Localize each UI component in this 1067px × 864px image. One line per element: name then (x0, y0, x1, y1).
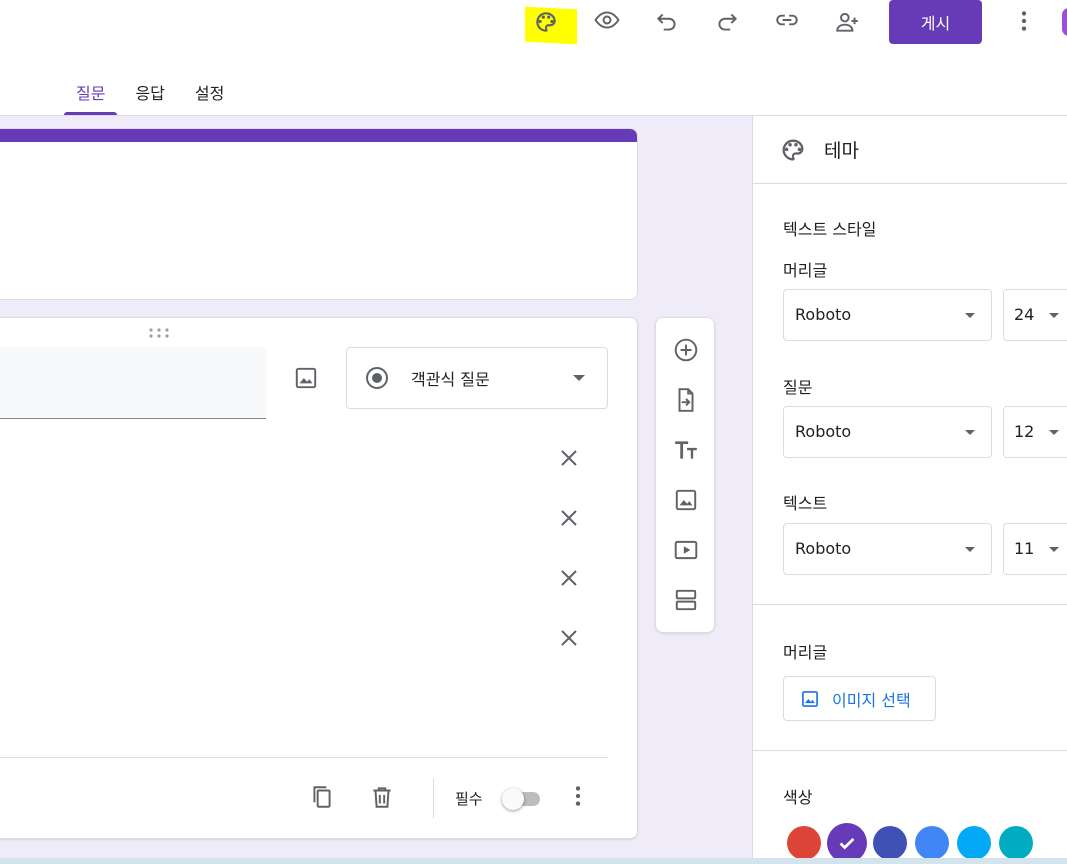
close-icon[interactable] (557, 506, 581, 530)
header-font-select[interactable]: Roboto (783, 289, 992, 341)
add-image-icon[interactable] (673, 487, 699, 513)
color-swatch[interactable] (999, 826, 1033, 860)
add-person-icon[interactable] (827, 2, 867, 42)
panel-divider (753, 750, 1067, 751)
text-style-title: 텍스트 스타일 (783, 220, 877, 239)
add-section-icon[interactable] (673, 587, 699, 613)
title-card-accent-bar (0, 129, 637, 142)
color-swatch[interactable] (827, 823, 867, 863)
redo-icon[interactable] (707, 2, 747, 42)
select-image-label: 이미지 선택 (832, 690, 911, 710)
text-size-select[interactable]: 11 (1003, 523, 1067, 575)
tab-questions[interactable]: 질문 (63, 70, 119, 115)
question-size-select[interactable]: 12 (1003, 406, 1067, 458)
chevron-down-icon (1049, 313, 1059, 318)
close-icon[interactable] (557, 566, 581, 590)
trash-icon[interactable] (369, 784, 395, 810)
select-image-button[interactable]: 이미지 선택 (783, 676, 936, 721)
color-swatch[interactable] (787, 826, 821, 860)
color-swatch[interactable] (915, 826, 949, 860)
add-title-icon[interactable] (673, 437, 699, 463)
text-font-label: 텍스트 (783, 494, 828, 513)
copy-icon[interactable] (309, 784, 335, 810)
floating-toolbar (655, 317, 715, 633)
question-type-select[interactable]: 객관식 질문 (346, 347, 608, 409)
chevron-down-icon (1049, 547, 1059, 552)
app-header: 게시 질문 응답 설정 (0, 0, 1067, 116)
more-vert-icon[interactable] (558, 776, 598, 816)
form-canvas: 객관식 질문 필수 (0, 116, 752, 864)
drag-handle-icon[interactable] (148, 327, 170, 339)
tab-settings[interactable]: 설정 (195, 70, 224, 115)
palette-icon (782, 139, 804, 161)
color-swatch[interactable] (957, 826, 991, 860)
bottom-strip (0, 858, 1067, 864)
color-swatch[interactable] (873, 826, 907, 860)
tab-bar: 질문 응답 설정 (63, 70, 254, 115)
palette-icon[interactable] (526, 2, 566, 42)
avatar[interactable] (1062, 8, 1067, 36)
import-questions-icon[interactable] (673, 387, 699, 413)
required-toggle[interactable] (502, 788, 548, 810)
header-size-select[interactable]: 24 (1003, 289, 1067, 341)
close-icon[interactable] (557, 446, 581, 470)
footer-vertical-divider (433, 778, 434, 818)
question-card[interactable]: 객관식 질문 필수 (0, 317, 638, 839)
radio-button-icon (366, 367, 388, 389)
header-size-value: 24 (1014, 305, 1035, 324)
question-font-value: Roboto (795, 422, 852, 441)
text-size-value: 11 (1014, 539, 1035, 558)
close-icon[interactable] (557, 626, 581, 650)
chevron-down-icon (965, 547, 975, 552)
image-icon[interactable] (286, 358, 326, 398)
image-icon (802, 690, 818, 707)
chevron-down-icon (1049, 430, 1059, 435)
question-title-input[interactable] (0, 347, 266, 419)
theme-panel-header: 테마 (753, 116, 1067, 184)
chevron-down-icon (965, 313, 975, 318)
chevron-down-icon (573, 375, 585, 381)
header-image-title: 머리글 (783, 643, 828, 662)
header-font-value: Roboto (795, 305, 852, 324)
text-font-value: Roboto (795, 539, 852, 558)
required-label: 필수 (455, 790, 483, 808)
chevron-down-icon (965, 430, 975, 435)
check-icon (839, 837, 855, 850)
panel-divider (753, 604, 1067, 605)
more-vert-icon[interactable] (1004, 1, 1044, 41)
question-size-value: 12 (1014, 422, 1035, 441)
text-font-select[interactable]: Roboto (783, 523, 992, 575)
tab-responses[interactable]: 응답 (135, 70, 164, 115)
link-icon[interactable] (767, 0, 807, 40)
publish-button[interactable]: 게시 (889, 0, 982, 44)
theme-panel: 테마 텍스트 스타일 머리글 Roboto 24 질문 Roboto 12 텍스… (752, 116, 1067, 864)
question-font-label: 질문 (783, 378, 813, 397)
theme-panel-title: 테마 (824, 140, 859, 162)
question-footer-divider (0, 757, 608, 758)
question-font-select[interactable]: Roboto (783, 406, 992, 458)
add-question-icon[interactable] (673, 337, 699, 363)
eye-icon[interactable] (587, 0, 627, 40)
undo-icon[interactable] (647, 2, 687, 42)
form-title-card[interactable] (0, 128, 638, 300)
header-font-label: 머리글 (783, 261, 828, 280)
add-video-icon[interactable] (673, 537, 699, 563)
question-type-label: 객관식 질문 (411, 370, 490, 389)
color-title: 색상 (783, 788, 813, 807)
